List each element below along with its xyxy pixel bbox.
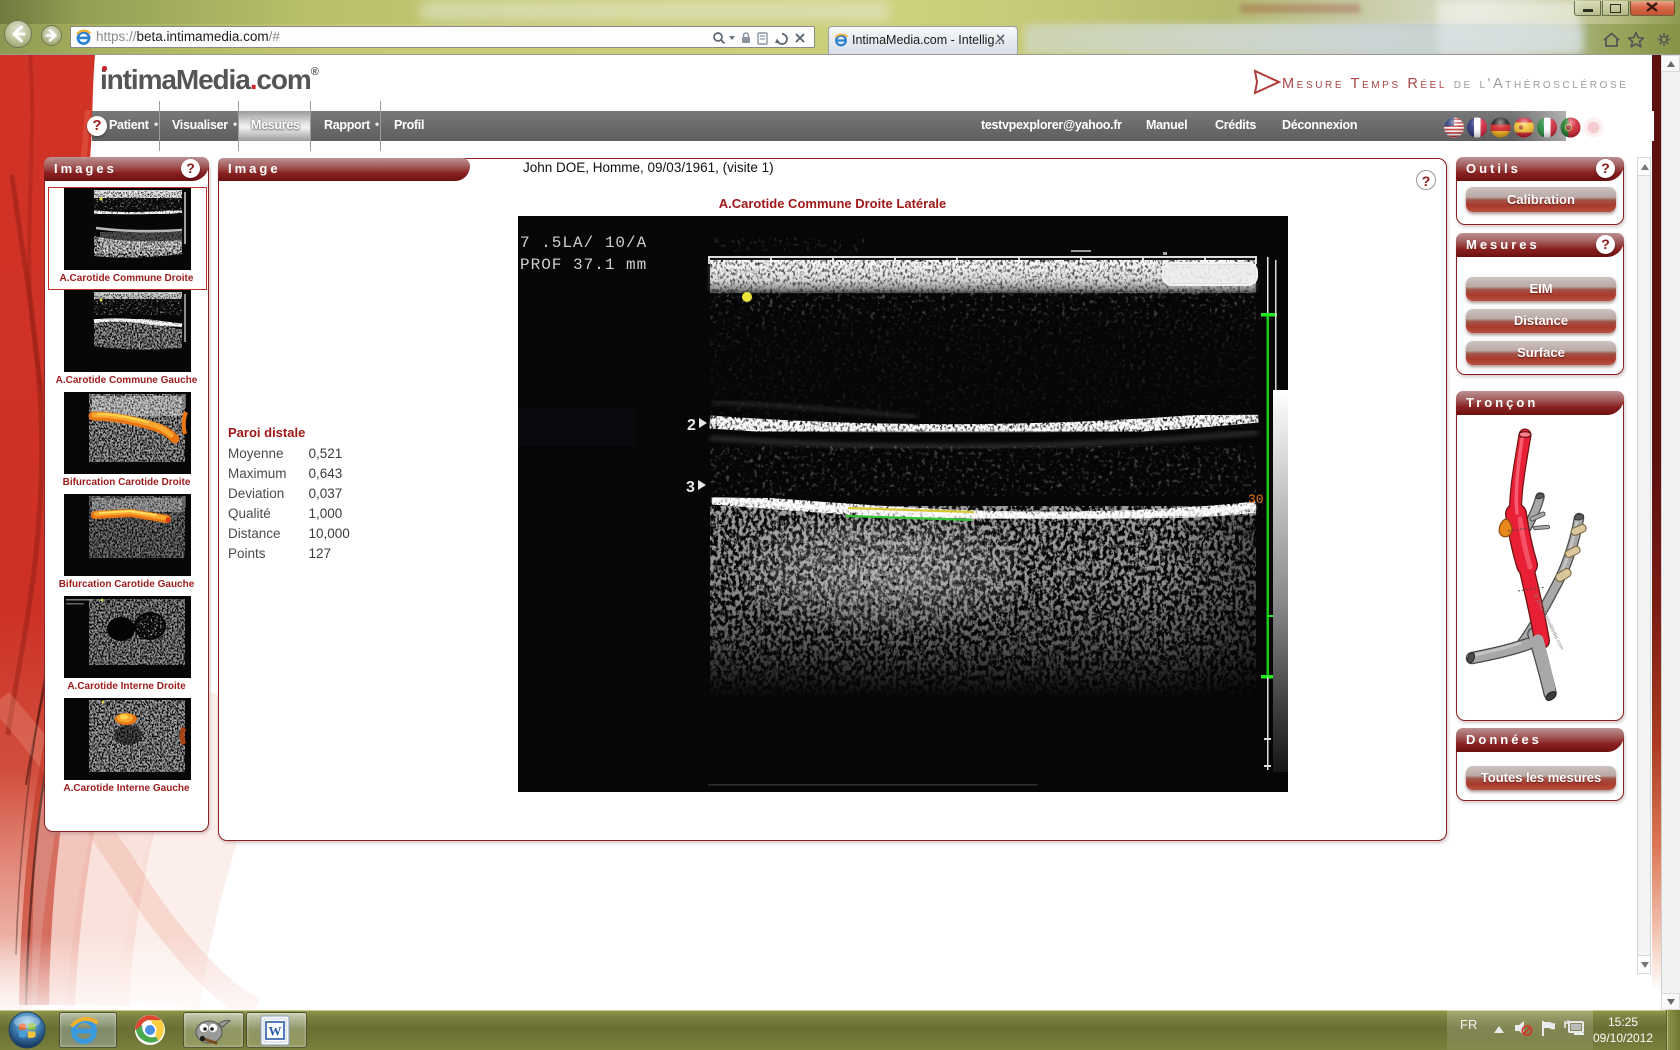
svg-text:3: 3 xyxy=(686,479,695,496)
svg-text:7 .5LA/ 10/A: 7 .5LA/ 10/A xyxy=(520,234,647,252)
svg-text:PROF 37.1 mm: PROF 37.1 mm xyxy=(520,256,647,274)
svg-text:2: 2 xyxy=(687,417,696,434)
svg-text:W: W xyxy=(269,1024,282,1039)
svg-text:30: 30 xyxy=(1248,492,1264,507)
